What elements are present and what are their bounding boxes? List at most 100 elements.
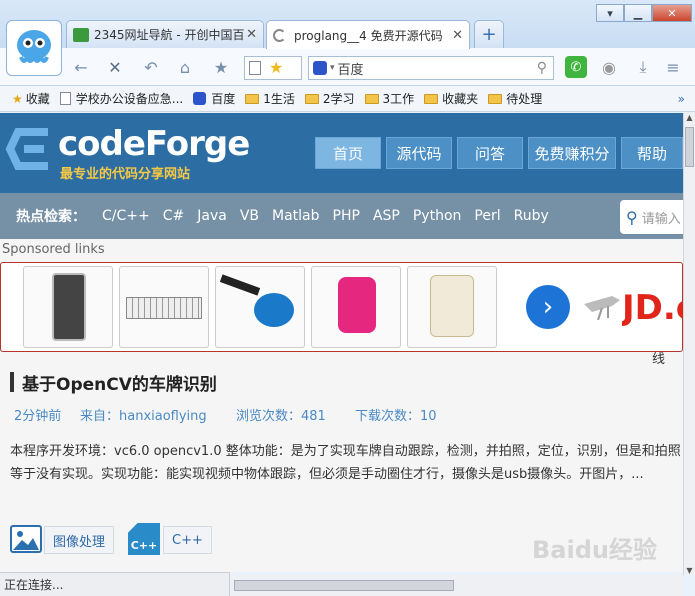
bookmark-folder-life[interactable]: 1生活 [245, 90, 295, 107]
bookmark-label: 3工作 [382, 92, 415, 106]
hot-item[interactable]: Perl [474, 208, 500, 224]
bookmark-school[interactable]: 学校办公设备应急... [59, 90, 183, 107]
tag-image-processing[interactable]: 图像处理 [44, 526, 115, 554]
bookmark-folder-work[interactable]: 3工作 [364, 90, 415, 107]
nav-earn-points[interactable]: 免费赚积分 [528, 137, 616, 169]
undo-icon[interactable]: ↶ [138, 55, 164, 79]
sponsored-label: Sponsored links [2, 242, 105, 257]
article-source[interactable]: 来自：hanxiaoflying [80, 405, 207, 424]
article-time: 2分钟前 [14, 409, 62, 424]
bookmark-label: 收藏夹 [442, 92, 479, 106]
dropdown-icon[interactable]: ▾ [330, 63, 335, 73]
bookmark-folder-pending[interactable]: 待处理 [488, 90, 542, 107]
tab-close-icon[interactable]: ✕ [246, 27, 257, 42]
search-placeholder: 请输入 [641, 211, 681, 227]
folder-icon [304, 93, 319, 104]
ad-next-arrow-icon[interactable]: › [526, 285, 570, 329]
hot-search-label: 热点检索： [16, 209, 86, 225]
scroll-down-icon[interactable]: ▼ [684, 566, 695, 575]
globe-icon[interactable]: ◉ [596, 55, 622, 79]
hot-item[interactable]: Java [197, 208, 227, 224]
search-box[interactable]: ▾ 百度 ⚲ [308, 56, 554, 80]
bookmark-star-icon[interactable]: ★ [208, 55, 234, 79]
bookmark-folder-study[interactable]: 2学习 [304, 90, 355, 107]
baidu-watermark: Baidu经验 [532, 536, 657, 564]
hot-search-bar: 热点检索： C/C++ C# Java VB Matlab PHP ASP Py… [0, 193, 683, 239]
tag-cpp[interactable]: C++ [163, 526, 212, 554]
tab-close-icon[interactable]: ✕ [452, 28, 463, 43]
nav-help[interactable]: 帮助 [621, 137, 683, 169]
hot-item[interactable]: PHP [333, 208, 360, 224]
vertical-scrollbar[interactable]: ▲ ▼ [683, 113, 695, 575]
search-icon: ⚲ [626, 207, 638, 227]
back-icon[interactable]: ← [68, 55, 94, 79]
scroll-thumb[interactable] [234, 580, 454, 591]
search-engine-label: 百度 [337, 62, 364, 78]
folder-icon [488, 93, 503, 104]
baidu-paw-icon [313, 61, 327, 75]
tab-label: 2345网址导航 - 开创中国百 [94, 28, 244, 42]
horizontal-scrollbar[interactable] [230, 575, 683, 596]
scroll-thumb[interactable] [685, 127, 694, 167]
site-search-input[interactable]: ⚲ 请输入 [620, 200, 683, 234]
menu-button[interactable]: ▾ [596, 4, 624, 22]
download-icon[interactable]: ⤓ [630, 55, 656, 79]
nav-qa[interactable]: 问答 [457, 137, 523, 169]
bookmark-label: 待处理 [506, 92, 543, 106]
hot-item[interactable]: C/C++ [102, 208, 150, 224]
address-bar[interactable]: ★ [244, 56, 302, 80]
nav-source-code[interactable]: 源代码 [386, 137, 452, 169]
hot-item[interactable]: Python [413, 208, 462, 224]
page-icon [59, 92, 71, 105]
new-tab-button[interactable]: + [474, 20, 504, 48]
loading-icon [273, 28, 286, 42]
folder-icon [424, 93, 439, 104]
title-marker [10, 372, 14, 392]
ad-humidifier-white-image[interactable] [407, 266, 497, 348]
star-icon: ★ [12, 91, 23, 106]
status-bar: 正在连接... [0, 572, 230, 596]
bookmarks-bar: ★ 收藏 学校办公设备应急... 百度 1生活 2学习 3工作 收藏夹 待处理 » [0, 86, 695, 112]
menu-lines-icon[interactable]: ≡ [660, 55, 686, 79]
scroll-up-icon[interactable]: ▲ [684, 113, 695, 122]
page-icon [249, 61, 261, 75]
article-downloads: 下载次数：10 [355, 409, 437, 424]
home-icon[interactable]: ⌂ [172, 55, 198, 79]
hot-item[interactable]: Matlab [272, 208, 320, 224]
jd-dog-logo-icon [582, 290, 622, 321]
nav-home[interactable]: 首页 [315, 137, 381, 169]
hot-item[interactable]: C# [163, 208, 185, 224]
bookmark-label: 1生活 [263, 92, 295, 106]
bookmark-folder-favorites[interactable]: 收藏夹 [424, 90, 478, 107]
article-views: 浏览次数：481 [236, 409, 326, 424]
bookmark-favorites[interactable]: ★ 收藏 [12, 90, 50, 107]
browser-logo-icon[interactable] [6, 20, 62, 76]
folder-icon [245, 93, 260, 104]
tab-label: proglang__4 免费开源代码 [294, 28, 443, 43]
tab-favicon-icon [73, 27, 89, 42]
stop-icon[interactable]: ✕ [102, 55, 128, 79]
phone-icon[interactable]: ✆ [565, 56, 587, 78]
bookmark-baidu[interactable]: 百度 [193, 90, 235, 107]
tab-proglang[interactable]: proglang__4 免费开源代码 ✕ [266, 20, 470, 49]
ad-humidifier-pink-image[interactable] [311, 266, 401, 348]
hot-item[interactable]: Ruby [514, 208, 549, 224]
bookmark-label: 收藏 [25, 92, 50, 106]
bookmark-label: 2学习 [322, 92, 355, 106]
more-bookmarks-icon[interactable]: » [678, 92, 685, 106]
side-text: 线 [652, 352, 666, 367]
search-icon[interactable]: ⚲ [537, 60, 547, 76]
close-window-button[interactable]: ✕ [652, 4, 692, 22]
favorite-star-icon[interactable]: ★ [269, 58, 283, 77]
hot-item[interactable]: VB [240, 208, 259, 224]
tab-2345[interactable]: 2345网址导航 - 开创中国百 ✕ [66, 20, 264, 48]
ad-keyboard-image[interactable] [119, 266, 209, 348]
image-tag-icon[interactable] [10, 523, 42, 555]
hot-item[interactable]: ASP [373, 208, 400, 224]
ad-phone-image[interactable] [23, 266, 113, 348]
ad-blower-image[interactable] [215, 266, 305, 348]
site-logo-icon[interactable] [4, 124, 52, 177]
site-logo-text[interactable]: codeForge [58, 124, 250, 164]
article-title[interactable]: 基于OpenCV的车牌识别 [22, 370, 217, 395]
minimize-button[interactable]: ▁ [624, 4, 652, 22]
